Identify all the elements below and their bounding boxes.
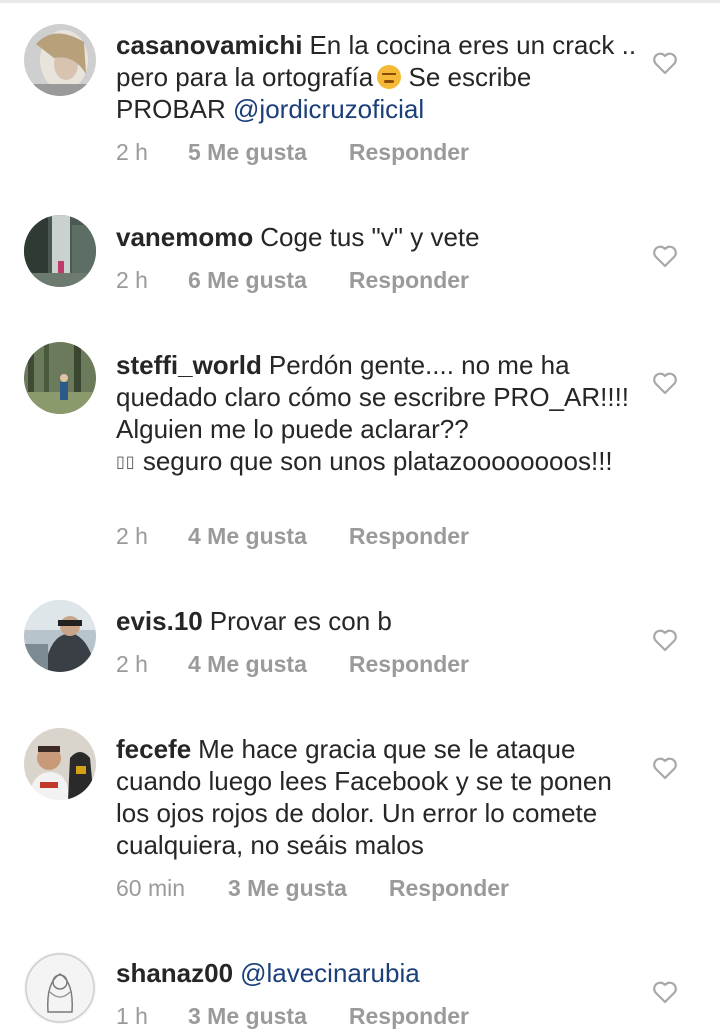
comment-likes[interactable]: 3 Me gusta xyxy=(188,1003,307,1030)
comment-username[interactable]: steffi_world xyxy=(116,350,262,380)
comment-time: 2 h xyxy=(116,523,148,549)
comment-text: fecefe Me hace gracia que se le ataque cu… xyxy=(116,733,646,861)
reply-button[interactable]: Responder xyxy=(349,651,469,678)
comment-username[interactable]: casanovamichi xyxy=(116,30,302,60)
comment-time: 2 h xyxy=(116,651,148,677)
reply-button[interactable]: Responder xyxy=(349,267,469,294)
avatar[interactable] xyxy=(24,952,96,1024)
angry-face-emoji-icon xyxy=(377,65,402,89)
comment-text: casanovamichi En la cocina eres un crack … xyxy=(116,29,646,125)
heart-outline-icon[interactable] xyxy=(652,756,678,780)
comment-text-part: seguro que son unos platazoooooooos!!! xyxy=(135,446,613,476)
comment-meta: 2 h 4 Me gusta Responder xyxy=(116,651,469,678)
reply-button[interactable]: Responder xyxy=(389,875,509,902)
comment-time: 2 h xyxy=(116,267,148,293)
top-divider xyxy=(0,0,720,3)
comment-text: shanaz00 @lavecinarubia xyxy=(116,957,646,989)
comment-likes[interactable]: 5 Me gusta xyxy=(188,139,307,166)
reply-button[interactable]: Responder xyxy=(349,139,469,166)
comment-text: vanemomo Coge tus "v" y vete xyxy=(116,221,646,253)
comment-username[interactable]: shanaz00 xyxy=(116,958,233,988)
comment-text-part: Provar es con b xyxy=(209,606,392,636)
comment-time: 2 h xyxy=(116,139,148,165)
comment-likes[interactable]: 4 Me gusta xyxy=(188,651,307,678)
comment-time: 60 min xyxy=(116,875,186,901)
avatar[interactable] xyxy=(24,342,96,414)
comment-likes[interactable]: 4 Me gusta xyxy=(188,523,307,550)
heart-outline-icon[interactable] xyxy=(652,980,678,1004)
heart-outline-icon[interactable] xyxy=(652,371,678,395)
comment-text-part: Coge tus "v" y vete xyxy=(260,222,480,252)
reply-button[interactable]: Responder xyxy=(349,523,469,550)
comment-meta: 2 h 6 Me gusta Responder xyxy=(116,267,469,294)
unsupported-emoji-glyphs: ▯▯ xyxy=(116,454,136,471)
comment-time: 1 h xyxy=(116,1003,148,1029)
avatar[interactable] xyxy=(24,728,96,800)
comment-username[interactable]: evis.10 xyxy=(116,606,203,636)
comment-meta: 2 h 5 Me gusta Responder xyxy=(116,139,469,166)
heart-outline-icon[interactable] xyxy=(652,244,678,268)
comment-username[interactable]: fecefe xyxy=(116,734,191,764)
mention-link[interactable]: @jordicruzoficial xyxy=(233,94,424,124)
avatar[interactable] xyxy=(24,600,96,672)
mention-link[interactable]: @lavecinarubia xyxy=(240,958,420,988)
avatar[interactable] xyxy=(24,24,96,96)
comment-username[interactable]: vanemomo xyxy=(116,222,253,252)
avatar[interactable] xyxy=(24,215,96,287)
comment-meta: 2 h 4 Me gusta Responder xyxy=(116,523,469,550)
comment-meta: 1 h 3 Me gusta Responder xyxy=(116,1003,469,1030)
reply-button[interactable]: Responder xyxy=(349,1003,469,1030)
heart-outline-icon[interactable] xyxy=(652,628,678,652)
comment-text: evis.10 Provar es con b xyxy=(116,605,646,637)
comment-likes[interactable]: 6 Me gusta xyxy=(188,267,307,294)
heart-outline-icon[interactable] xyxy=(652,51,678,75)
comment-text: steffi_world Perdón gente.... no me ha qu… xyxy=(116,349,646,479)
comment-likes[interactable]: 3 Me gusta xyxy=(228,875,347,902)
comment-meta: 60 min 3 Me gusta Responder xyxy=(116,875,509,902)
